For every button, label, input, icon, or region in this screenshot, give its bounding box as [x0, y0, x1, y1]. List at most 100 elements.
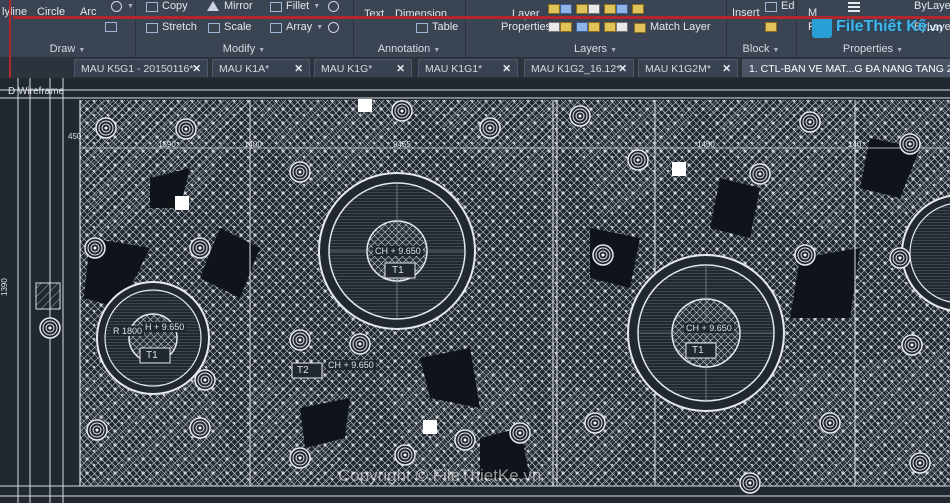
tab-label: 1. CTL-BAN VE MAT...G ĐA NANG TANG 2*: [749, 63, 950, 75]
marker-square: [672, 162, 686, 176]
scale-button[interactable]: Scale: [207, 21, 252, 33]
dome-large-right: [627, 254, 785, 412]
spiral-fixture: [569, 105, 591, 127]
logo-tld: .vn: [926, 22, 943, 34]
block-title: Block: [742, 43, 770, 55]
spiral-fixture: [794, 244, 816, 266]
scale-icon: [207, 21, 220, 33]
close-icon[interactable]: ✕: [502, 60, 511, 78]
block-edit-label: Ed: [781, 0, 795, 12]
tab-mau-k1g[interactable]: MAU K1G* ✕: [314, 59, 412, 77]
dim-label: 140: [848, 140, 862, 149]
mirror-label: Mirror: [224, 0, 253, 12]
spiral-fixture: [799, 111, 821, 133]
layers-panel-title[interactable]: Layers ▼: [465, 43, 726, 55]
mirror-button[interactable]: Mirror: [207, 0, 253, 12]
scale-left-label: 1390: [0, 278, 9, 296]
dim-label: 9455: [393, 140, 411, 149]
draw-panel-title[interactable]: Draw ▼: [0, 43, 135, 55]
spiral-fixture: [627, 149, 649, 171]
annotation-panel-title[interactable]: Annotation ▼: [353, 43, 465, 55]
fillet-button[interactable]: Fillet ▼: [269, 0, 320, 12]
tab-mau-k1g1[interactable]: MAU K1G1* ✕: [418, 59, 518, 77]
match-layer-button[interactable]: Match Layer: [633, 21, 711, 33]
tab-mau-k5g1[interactable]: MAU K5G1 - 20150116* ✕: [74, 59, 208, 77]
layer-properties-label-button[interactable]: Properties: [501, 21, 551, 33]
modify-panel-title[interactable]: Modify ▼: [135, 43, 353, 55]
explode-icon[interactable]: [327, 21, 340, 33]
copyright-watermark: Copyright © FileThietKe.vn: [338, 466, 542, 485]
array-label: Array: [286, 21, 313, 33]
tab-label: MAU K1G2M*: [645, 63, 711, 75]
tab-label: MAU K1G*: [321, 63, 373, 75]
block-panel-title[interactable]: Block ▼: [726, 43, 796, 55]
tab-label: MAU K1A*: [219, 63, 270, 75]
close-icon[interactable]: ✕: [618, 60, 627, 78]
spiral-fixture: [289, 329, 311, 351]
spiral-fixture: [479, 117, 501, 139]
table-icon: [415, 21, 428, 33]
dim-label: 1450: [697, 140, 715, 149]
tab-ctl-ban-ve-mat[interactable]: 1. CTL-BAN VE MAT...G ĐA NANG TANG 2*: [742, 59, 950, 77]
spiral-fixture: [584, 412, 606, 434]
spiral-fixture: [394, 444, 416, 466]
properties-panel-title[interactable]: Properties ▼: [796, 43, 950, 55]
block-attribute-icon[interactable]: [764, 20, 777, 32]
scale-label: Scale: [224, 21, 252, 33]
properties-label: Properties: [501, 21, 552, 33]
spiral-fixture: [349, 333, 371, 355]
logo-mark-icon: [812, 16, 832, 38]
layers-title: Layers: [573, 43, 608, 55]
copy-button[interactable]: Copy: [145, 0, 188, 12]
drawing-viewport[interactable]: D Wireframe 1390 450 1590 1400 9455 1450…: [0, 78, 950, 503]
document-tabs: MAU K5G1 - 20150116* ✕ MAU K1A* ✕ MAU K1G*…: [0, 57, 950, 79]
menu-lines-icon[interactable]: [848, 2, 860, 12]
spiral-fixture: [86, 419, 108, 441]
modify-panel: Copy Mirror Fillet ▼ Stretch Scale Array ▼…: [135, 0, 354, 57]
spiral-fixture: [819, 412, 841, 434]
cad-drawing[interactable]: [0, 78, 950, 503]
modify-title: Modify: [222, 43, 256, 55]
tab-mau-k1a[interactable]: MAU K1A* ✕: [212, 59, 310, 77]
properties-title: Properties: [842, 43, 894, 55]
spiral-fixture: [901, 334, 923, 356]
spiral-fixture: [509, 422, 531, 444]
tag-label: T1: [692, 345, 704, 356]
marker-square: [423, 420, 437, 434]
spiral-fixture: [592, 244, 614, 266]
dim-label: 450: [68, 132, 82, 141]
dim-label: 1400: [244, 140, 262, 149]
block-edit-button[interactable]: Ed: [764, 0, 794, 12]
tab-mau-k1g2m[interactable]: MAU K1G2M* ✕: [638, 59, 738, 77]
visual-style-label[interactable]: D Wireframe: [8, 86, 64, 97]
marker-square: [175, 196, 189, 210]
spiral-fixture: [749, 163, 771, 185]
match-layer-label: Match Layer: [650, 21, 711, 33]
tab-mau-k1g2-16-12[interactable]: MAU K1G2_16.12* ✕: [524, 59, 634, 77]
array-button[interactable]: Array ▼: [269, 21, 323, 33]
copy-icon: [145, 0, 158, 12]
draw-more-icon[interactable]: ▼: [110, 0, 134, 12]
close-icon[interactable]: ✕: [192, 60, 201, 78]
close-icon[interactable]: ✕: [294, 60, 303, 78]
erase-icon[interactable]: [327, 0, 340, 12]
spiral-fixture: [39, 317, 61, 339]
level-callout: CH + 9.650: [373, 246, 423, 256]
table-button[interactable]: Table: [415, 21, 458, 33]
spiral-fixture: [175, 118, 197, 140]
logo-brand: File: [836, 18, 864, 35]
spiral-fixture: [899, 133, 921, 155]
spiral-fixture: [454, 429, 476, 451]
mirror-icon: [207, 0, 220, 12]
red-marker-horizontal: [13, 16, 950, 19]
spiral-fixture: [189, 237, 211, 259]
hatch-icon[interactable]: [104, 20, 117, 32]
stretch-button[interactable]: Stretch: [145, 21, 197, 33]
spiral-fixture: [739, 472, 761, 494]
spiral-fixture: [194, 369, 216, 391]
close-icon[interactable]: ✕: [396, 60, 405, 78]
block-panel: Insert Ed Block ▼: [726, 0, 797, 57]
dim-label: 1590: [158, 140, 176, 149]
close-icon[interactable]: ✕: [722, 60, 731, 78]
layer-tool-icons[interactable]: [548, 2, 644, 38]
